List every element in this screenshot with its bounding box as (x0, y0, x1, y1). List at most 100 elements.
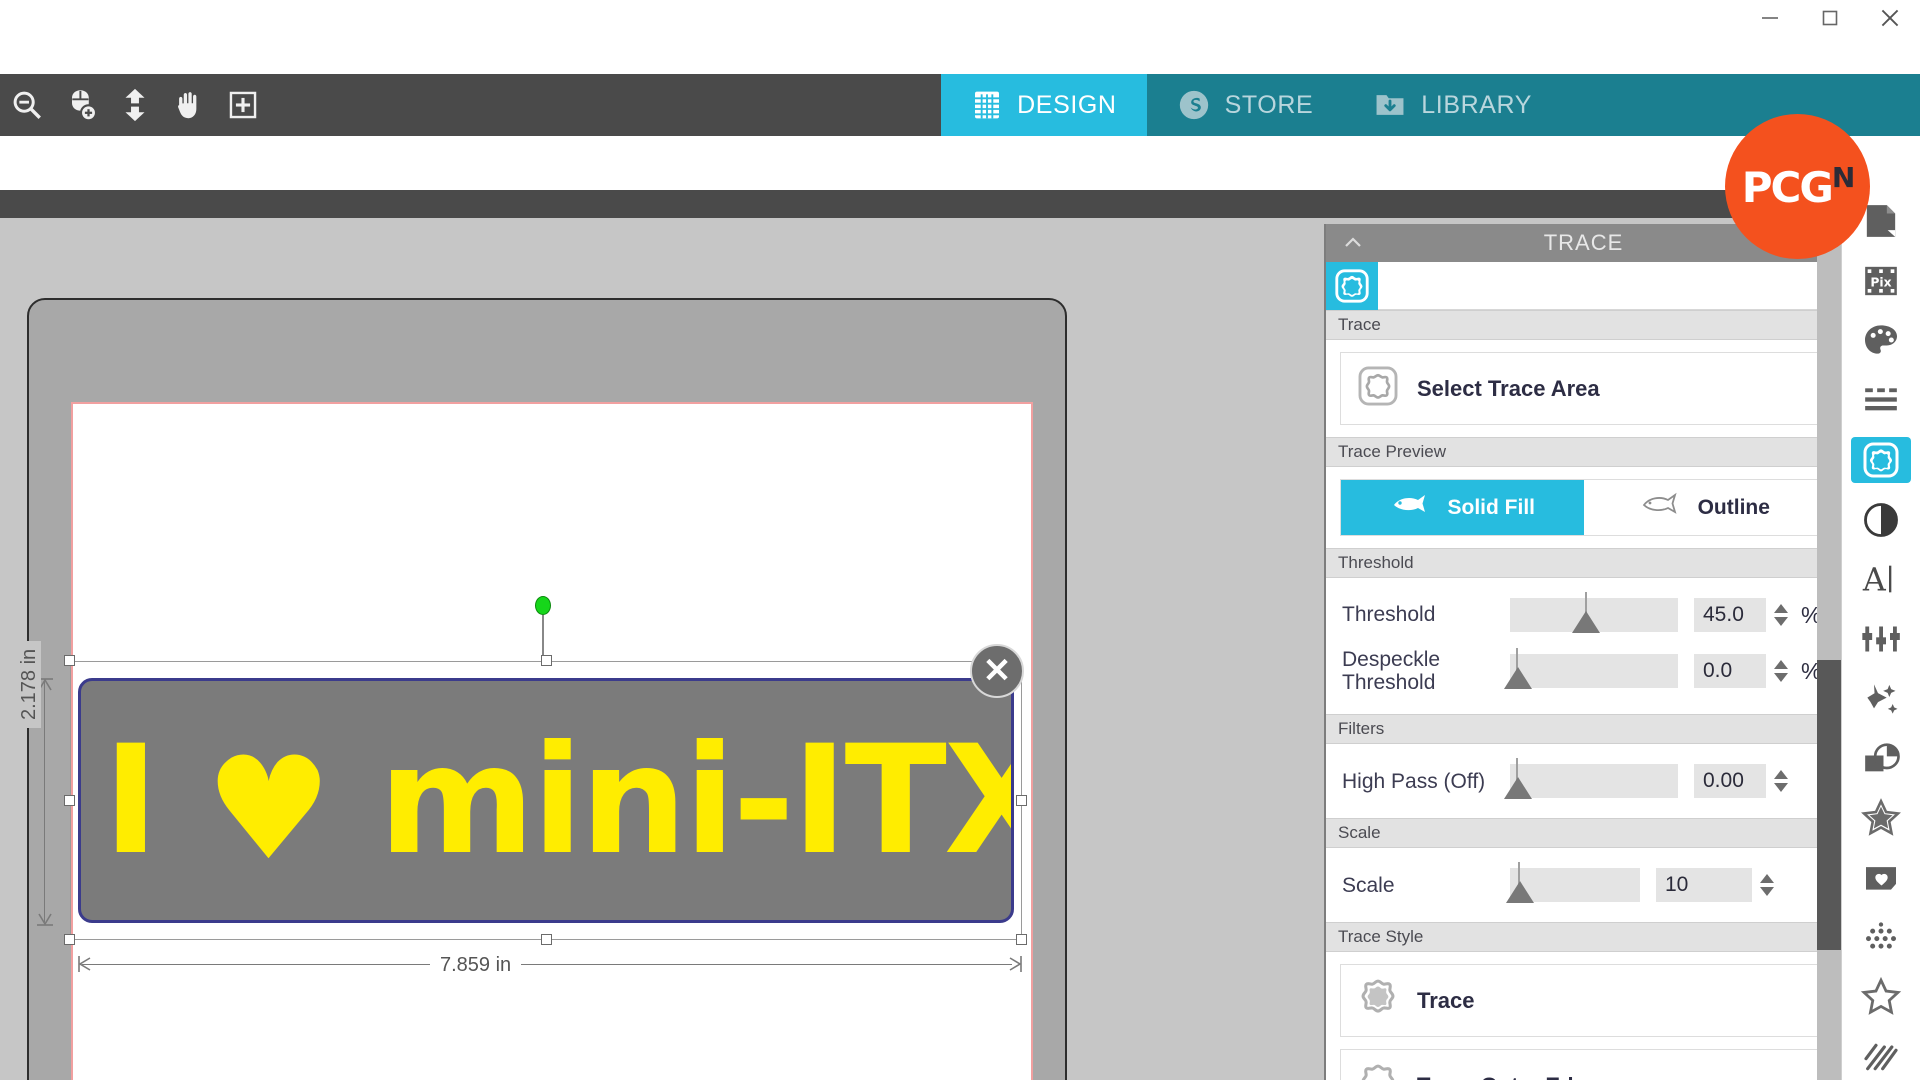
chevron-up-icon[interactable] (1338, 231, 1368, 260)
selected-design-object[interactable]: I ♥ mini-ITX (78, 678, 1014, 923)
threshold-label: Threshold (1342, 603, 1436, 627)
fit-page-icon[interactable] (108, 74, 162, 136)
trace-style-option-outer-edge[interactable]: Trace Outer Edge (1340, 1049, 1827, 1080)
high-pass-row: High Pass (Off) 0.00 (1340, 756, 1827, 806)
select-trace-area-label: Select Trace Area (1417, 375, 1600, 401)
high-pass-value[interactable]: 0.00 (1694, 764, 1766, 799)
select-all-icon[interactable] (216, 74, 270, 136)
brand-logo-primary: PCG (1741, 163, 1834, 212)
width-dimension-label: 7.859 in (430, 954, 522, 977)
hatch-icon[interactable] (1851, 1033, 1911, 1080)
trace-panel-title: TRACE (1543, 230, 1624, 255)
section-header-filters: Filters (1326, 714, 1841, 745)
trace-tool-icon[interactable] (1326, 261, 1378, 310)
width-arrow-left (78, 956, 91, 972)
trace-shape-outline-icon (1355, 363, 1401, 414)
lines-icon[interactable] (1851, 377, 1911, 424)
pan-hand-icon[interactable] (162, 74, 216, 136)
stepper-down-icon[interactable] (1774, 783, 1788, 793)
fish-solid-icon (1390, 492, 1436, 523)
threshold-slider[interactable] (1510, 592, 1678, 633)
stepper-up-icon[interactable] (1760, 874, 1774, 884)
tab-store[interactable]: STORE (1146, 74, 1344, 136)
tab-design[interactable]: DESIGN (941, 74, 1147, 136)
select-trace-area-button[interactable]: Select Trace Area (1340, 352, 1827, 425)
solid-fill-button[interactable]: Solid Fill (1341, 480, 1584, 535)
resize-handle-bc[interactable] (541, 934, 552, 945)
main-nav-tabs: DESIGN STORE LIBRARY (941, 74, 1562, 136)
zoom-selection-icon[interactable] (54, 74, 108, 136)
scale-value[interactable]: 10 (1656, 868, 1752, 903)
resize-handle-tl[interactable] (64, 655, 75, 666)
resize-handle-ml[interactable] (64, 795, 75, 806)
close-icon: ✕ (982, 652, 1012, 690)
trace-shape-icon (1355, 975, 1401, 1026)
trace-style-trace-label: Trace (1417, 987, 1475, 1013)
resize-handle-mr[interactable] (1016, 795, 1027, 806)
right-tool-rail: Pix A (1841, 190, 1920, 1080)
width-arrow-right (1009, 956, 1022, 972)
star-filled-icon[interactable] (1851, 795, 1911, 842)
threshold-stepper[interactable] (1770, 598, 1792, 632)
resize-handle-br[interactable] (1016, 934, 1027, 945)
brand-logo-superscript: N (1831, 161, 1855, 194)
despeckle-threshold-slider[interactable] (1504, 648, 1678, 690)
sliders-icon[interactable] (1851, 616, 1911, 663)
stepper-up-icon[interactable] (1774, 770, 1788, 780)
stepper-down-icon[interactable] (1774, 617, 1788, 626)
dots-pattern-icon[interactable] (1851, 914, 1911, 961)
trace-icon[interactable] (1851, 436, 1911, 484)
palette-icon[interactable] (1851, 317, 1911, 364)
scrollbar-thumb[interactable] (1817, 660, 1841, 950)
resize-handle-tc[interactable] (541, 655, 552, 666)
section-header-scale-label: Scale (1338, 823, 1381, 843)
pixels-icon[interactable]: Pix (1851, 258, 1911, 305)
navbar-filler (1562, 74, 1920, 136)
stepper-down-icon[interactable] (1760, 887, 1774, 897)
high-pass-slider[interactable] (1504, 758, 1678, 800)
library-folder-icon (1373, 88, 1407, 122)
delete-object-button[interactable]: ✕ (970, 644, 1024, 698)
tab-library[interactable]: LIBRARY (1343, 74, 1562, 136)
resize-handle-bl[interactable] (64, 934, 75, 945)
zoom-out-icon[interactable] (0, 74, 54, 136)
trace-preview-toggle: Solid Fill Outline (1340, 479, 1827, 536)
high-pass-stepper[interactable] (1770, 764, 1792, 798)
brand-logo-text: PCGN (1741, 161, 1856, 212)
height-dimension-label: 2.178 in (18, 640, 41, 728)
top-toolbar: DESIGN STORE LIBRARY PCGN (0, 74, 1920, 259)
svg-text:A: A (1862, 563, 1887, 599)
despeckle-threshold-value[interactable]: 0.0 (1694, 654, 1766, 689)
rotate-handle[interactable] (535, 596, 551, 615)
minimize-button[interactable] (1740, 0, 1800, 36)
contrast-icon[interactable] (1851, 496, 1911, 543)
scale-stepper[interactable] (1756, 868, 1778, 902)
scale-label: Scale (1342, 873, 1395, 897)
threshold-value[interactable]: 45.0 (1694, 598, 1766, 632)
maximize-button[interactable] (1800, 0, 1860, 36)
width-dimension-line (82, 964, 1012, 965)
despeckle-threshold-stepper[interactable] (1770, 654, 1792, 688)
section-body-trace: Select Trace Area (1326, 340, 1841, 437)
shape-corner-icon[interactable] (1851, 735, 1911, 782)
panel-scrollbar[interactable] (1817, 190, 1841, 1080)
stepper-up-icon[interactable] (1774, 660, 1788, 670)
height-dimension-line (44, 680, 45, 922)
outline-button[interactable]: Outline (1583, 480, 1826, 535)
trace-style-option-trace[interactable]: Trace (1340, 964, 1827, 1038)
design-object-text: I ♥ mini-ITX (103, 726, 1011, 881)
canvas-tools (0, 74, 270, 136)
despeckle-threshold-row: Despeckle Threshold 0.0 % (1340, 640, 1827, 702)
tab-design-label: DESIGN (1017, 90, 1117, 119)
text-icon[interactable]: A (1851, 556, 1911, 603)
stepper-up-icon[interactable] (1774, 604, 1788, 613)
close-button[interactable] (1860, 0, 1920, 36)
heart-card-icon[interactable] (1851, 854, 1911, 901)
star-outline-icon[interactable] (1851, 974, 1911, 1021)
scale-slider[interactable] (1506, 862, 1640, 904)
scrollbar-track[interactable] (1817, 216, 1841, 1080)
section-header-trace: Trace (1326, 310, 1841, 340)
stepper-down-icon[interactable] (1774, 673, 1788, 683)
effects-icon[interactable] (1851, 675, 1911, 722)
section-header-trace-preview-label: Trace Preview (1338, 442, 1447, 461)
